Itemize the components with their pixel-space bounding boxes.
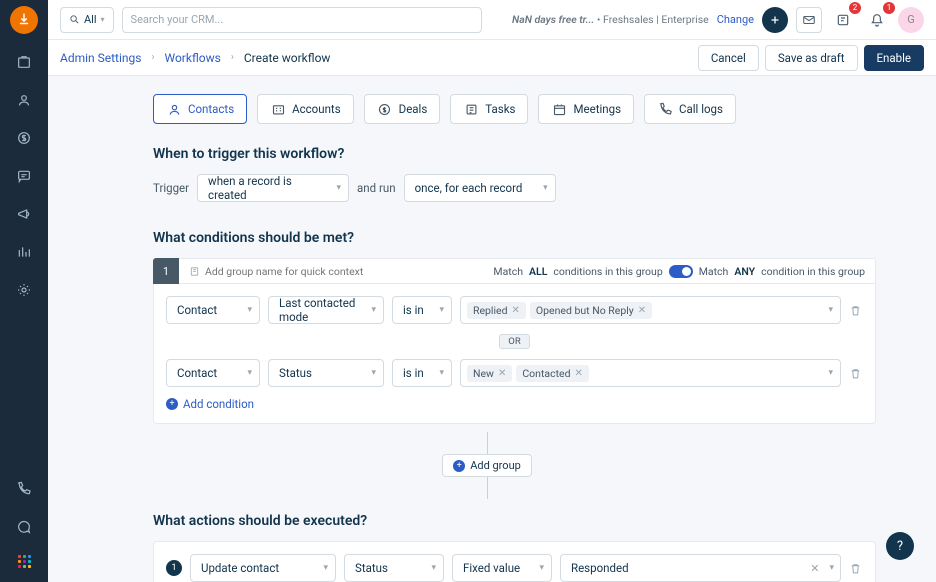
tab-meetings[interactable]: Meetings bbox=[538, 94, 634, 124]
calllogs-icon bbox=[657, 101, 673, 117]
contact-icon bbox=[166, 101, 182, 117]
value-input[interactable]: Replied✕ Opened but No Reply✕ bbox=[460, 296, 841, 324]
accounts-icon bbox=[270, 101, 286, 117]
trigger-title: When to trigger this workflow? bbox=[153, 146, 876, 162]
chip-remove-icon[interactable]: ✕ bbox=[512, 305, 520, 316]
trigger-freq-select[interactable]: once, for each record bbox=[404, 174, 556, 202]
dropdown-caret-icon: ▾ bbox=[829, 563, 834, 573]
clear-icon[interactable]: ✕ bbox=[810, 562, 819, 575]
nav-accounts-icon[interactable] bbox=[14, 52, 34, 72]
chevron-icon: › bbox=[151, 52, 154, 63]
help-button[interactable]: ? bbox=[886, 532, 914, 560]
tab-contacts[interactable]: Contacts bbox=[153, 94, 247, 124]
tab-call-logs[interactable]: Call logs bbox=[644, 94, 736, 124]
crumb-admin-settings[interactable]: Admin Settings bbox=[60, 51, 141, 65]
operator-select[interactable]: is in bbox=[392, 359, 452, 387]
bell-badge: 1 bbox=[883, 2, 895, 14]
user-avatar[interactable]: G bbox=[898, 7, 924, 33]
trial-info: NaN days free tr... • Freshsales | Enter… bbox=[512, 13, 709, 26]
side-rail bbox=[0, 0, 48, 582]
match-toggle[interactable] bbox=[669, 265, 693, 278]
notifications-icon[interactable]: 2 bbox=[830, 7, 856, 33]
operator-select[interactable]: is in bbox=[392, 296, 452, 324]
change-plan-link[interactable]: Change bbox=[717, 13, 754, 26]
andrun-label: and run bbox=[357, 181, 396, 195]
value-input[interactable]: Responded ✕ ▾ bbox=[560, 554, 841, 582]
chip-remove-icon[interactable]: ✕ bbox=[498, 368, 506, 379]
meetings-icon bbox=[551, 101, 567, 117]
top-bar: All ▾ NaN days free tr... • Freshsales |… bbox=[48, 0, 936, 40]
entity-select[interactable]: Contact bbox=[166, 296, 260, 324]
action-number: 1 bbox=[166, 560, 182, 576]
delete-condition-icon[interactable] bbox=[849, 304, 863, 317]
main-panel: Contacts Accounts Deals Tasks Meetings C… bbox=[48, 76, 936, 582]
delete-action-icon[interactable] bbox=[849, 562, 863, 575]
add-group-button[interactable]: +Add group bbox=[442, 454, 532, 477]
entity-select[interactable]: Contact bbox=[166, 359, 260, 387]
crumb-current: Create workflow bbox=[244, 51, 331, 65]
nav-deals-icon[interactable] bbox=[14, 128, 34, 148]
tab-accounts[interactable]: Accounts bbox=[257, 94, 354, 124]
value-mode-select[interactable]: Fixed value bbox=[452, 554, 552, 582]
nav-contacts-icon[interactable] bbox=[14, 90, 34, 110]
nav-apps-icon[interactable] bbox=[18, 555, 31, 568]
notification-badge: 2 bbox=[849, 2, 861, 14]
chip-remove-icon[interactable]: ✕ bbox=[638, 305, 646, 316]
nav-settings-icon[interactable] bbox=[14, 280, 34, 300]
entity-tabs: Contacts Accounts Deals Tasks Meetings C… bbox=[153, 94, 876, 124]
condition-row: Contact Status is in New✕ Contacted✕ bbox=[166, 359, 863, 387]
conditions-title: What conditions should be met? bbox=[153, 230, 876, 246]
mail-icon[interactable] bbox=[796, 7, 822, 33]
action-row: 1 Update contact Status Fixed value Resp… bbox=[166, 554, 863, 582]
field-select[interactable]: Status bbox=[268, 359, 384, 387]
nav-conversations-icon[interactable] bbox=[14, 166, 34, 186]
nav-phone-icon[interactable] bbox=[14, 479, 34, 499]
breadcrumb-bar: Admin Settings › Workflows › Create work… bbox=[48, 40, 936, 76]
tab-deals[interactable]: Deals bbox=[364, 94, 441, 124]
group-connector: +Add group bbox=[98, 432, 876, 499]
app-logo[interactable] bbox=[10, 6, 38, 34]
content-area: All ▾ NaN days free tr... • Freshsales |… bbox=[48, 0, 936, 582]
trigger-event-select[interactable]: when a record is created bbox=[197, 174, 349, 202]
add-condition-link[interactable]: +Add condition bbox=[166, 397, 863, 411]
actions-title: What actions should be executed? bbox=[153, 513, 876, 529]
group-header: Match ALL conditions in this group Match… bbox=[179, 258, 876, 284]
condition-row: Contact Last contacted mode is in Replie… bbox=[166, 296, 863, 324]
nav-chat-icon[interactable] bbox=[14, 517, 34, 537]
or-separator: OR bbox=[166, 334, 863, 349]
save-draft-button[interactable]: Save as draft bbox=[765, 45, 858, 71]
cancel-button[interactable]: Cancel bbox=[698, 45, 759, 71]
group-name-input[interactable] bbox=[205, 265, 493, 278]
nav-reports-icon[interactable] bbox=[14, 242, 34, 262]
deals-icon bbox=[377, 101, 393, 117]
trigger-label: Trigger bbox=[153, 181, 189, 195]
search-filter[interactable]: All ▾ bbox=[60, 7, 114, 33]
group-number: 1 bbox=[153, 258, 179, 284]
tasks-icon bbox=[463, 101, 479, 117]
chevron-icon: › bbox=[231, 52, 234, 63]
field-select[interactable]: Last contacted mode bbox=[268, 296, 384, 324]
bell-icon[interactable]: 1 bbox=[864, 7, 890, 33]
global-search-input[interactable] bbox=[122, 7, 482, 33]
value-input[interactable]: New✕ Contacted✕ bbox=[460, 359, 841, 387]
crumb-workflows[interactable]: Workflows bbox=[164, 51, 220, 65]
nav-campaigns-icon[interactable] bbox=[14, 204, 34, 224]
actions-body: 1 Update contact Status Fixed value Resp… bbox=[153, 541, 876, 582]
enable-button[interactable]: Enable bbox=[864, 45, 925, 71]
tab-tasks[interactable]: Tasks bbox=[450, 94, 528, 124]
chip-remove-icon[interactable]: ✕ bbox=[575, 368, 583, 379]
action-type-select[interactable]: Update contact bbox=[190, 554, 336, 582]
delete-condition-icon[interactable] bbox=[849, 367, 863, 380]
quick-add-button[interactable] bbox=[762, 7, 788, 33]
condition-group-body: Contact Last contacted mode is in Replie… bbox=[153, 284, 876, 424]
action-field-select[interactable]: Status bbox=[344, 554, 444, 582]
